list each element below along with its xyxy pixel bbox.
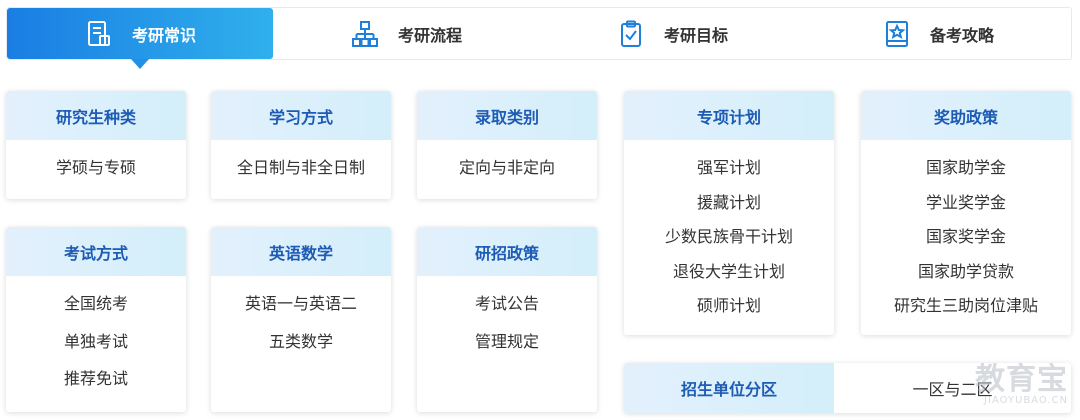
list-item[interactable]: 国家助学贷款: [918, 255, 1014, 290]
list-item[interactable]: 单独考试: [64, 325, 128, 360]
list-item[interactable]: 全日制与非全日制: [237, 151, 365, 186]
list-item[interactable]: 考试公告: [475, 287, 539, 322]
card-zhaosheng-danwei-fenqu: 招生单位分区 一区与二区: [624, 363, 1071, 413]
card-yingyu-shuxue: 英语数学 英语一与英语二 五类数学: [211, 227, 391, 412]
card-title: 专项计划: [624, 91, 834, 140]
list-item[interactable]: 国家助学金: [926, 151, 1006, 186]
tab-beikao-gonglue[interactable]: 备考攻略: [805, 8, 1071, 59]
card-title: 招生单位分区: [624, 363, 834, 413]
tab-kaoyan-liucheng[interactable]: 考研流程: [273, 8, 539, 59]
card-luqu-leibie: 录取类别 定向与非定向: [417, 91, 597, 199]
list-item[interactable]: 全国统考: [64, 287, 128, 322]
card-zhuanxiang-jihua: 专项计划 强军计划 援藏计划 少数民族骨干计划 退役大学生计划 硕师计划: [624, 91, 834, 335]
list-item[interactable]: 五类数学: [269, 325, 333, 360]
list-item[interactable]: 硕师计划: [697, 289, 761, 324]
list-item[interactable]: 定向与非定向: [459, 151, 555, 186]
list-item[interactable]: 研究生三助岗位津贴: [894, 289, 1038, 324]
card-title: 考试方式: [6, 227, 186, 276]
card-title: 研究生种类: [6, 91, 186, 140]
document-icon: [84, 19, 114, 49]
list-item[interactable]: 援藏计划: [697, 186, 761, 221]
card-title: 英语数学: [211, 227, 391, 276]
tab-kaoyan-changshi[interactable]: 考研常识: [7, 8, 273, 69]
card-title: 研招政策: [417, 227, 597, 276]
list-item[interactable]: 推荐免试: [64, 362, 128, 397]
tab-label: 备考攻略: [929, 25, 994, 45]
list-item[interactable]: 一区与二区: [834, 363, 1071, 413]
tab-label: 考研常识: [131, 25, 196, 45]
card-jiangzhu-zhengce: 奖助政策 国家助学金 学业奖学金 国家奖学金 国家助学贷款 研究生三助岗位津贴: [861, 91, 1071, 335]
card-yanzhao-zhengce: 研招政策 考试公告 管理规定: [417, 227, 597, 412]
card-yanjiusheng-zhonglei: 研究生种类 学硕与专硕: [6, 91, 186, 199]
card-xuexi-fangshi: 学习方式 全日制与非全日制: [211, 91, 391, 199]
list-item[interactable]: 国家奖学金: [926, 220, 1006, 255]
card-title: 录取类别: [417, 91, 597, 140]
card-title: 学习方式: [211, 91, 391, 140]
list-item[interactable]: 退役大学生计划: [673, 255, 785, 290]
card-title: 奖助政策: [861, 91, 1071, 140]
list-item[interactable]: 英语一与英语二: [245, 287, 357, 322]
org-chart-icon: [350, 19, 380, 49]
list-item[interactable]: 学业奖学金: [926, 186, 1006, 221]
tab-label: 考研流程: [397, 25, 462, 45]
card-kaoshi-fangshi: 考试方式 全国统考 单独考试 推荐免试: [6, 227, 186, 412]
list-item[interactable]: 强军计划: [697, 151, 761, 186]
tab-kaoyan-mubiao[interactable]: 考研目标: [539, 8, 805, 59]
list-item[interactable]: 少数民族骨干计划: [665, 220, 793, 255]
clipboard-check-icon: [616, 19, 646, 49]
tab-bar: 考研常识 考研流程 考研目标 备考攻略: [6, 7, 1072, 69]
tab-label: 考研目标: [663, 25, 728, 45]
list-item[interactable]: 学硕与专硕: [56, 151, 136, 186]
list-item[interactable]: 管理规定: [475, 325, 539, 360]
book-star-icon: [882, 19, 912, 49]
